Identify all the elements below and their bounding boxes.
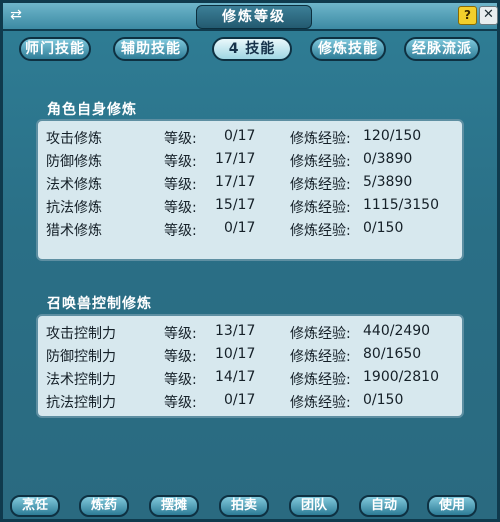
auction-button[interactable]: 拍卖 xyxy=(219,495,269,517)
skill-name: 防御控制力 xyxy=(46,349,116,365)
alchemy-button[interactable]: 炼药 xyxy=(79,495,129,517)
use-button[interactable]: 使用 xyxy=(427,495,477,517)
level-value: 0/17 xyxy=(224,392,256,408)
level-label: 等级: xyxy=(164,223,197,239)
exp-value: 80/1650 xyxy=(363,346,422,362)
table-row: 攻击控制力 等级: 13/17 修炼经验: 440/2490 xyxy=(38,323,466,346)
level-value: 17/17 xyxy=(215,174,256,190)
level-label: 等级: xyxy=(164,177,197,193)
close-button[interactable]: ✕ xyxy=(479,6,498,25)
exp-label: 修炼经验: xyxy=(290,223,351,239)
exp-label: 修炼经验: xyxy=(290,177,351,193)
bottom-toolbar: 烹饪 炼药 摆摊 拍卖 团队 自动 使用 xyxy=(3,493,497,521)
tab-active-skills[interactable]: 4 技能 xyxy=(212,37,292,61)
tab-cultivation-skills[interactable]: 修炼技能 xyxy=(310,37,386,61)
level-label: 等级: xyxy=(164,131,197,147)
exp-value: 440/2490 xyxy=(363,323,431,339)
level-value: 0/17 xyxy=(224,220,256,236)
exp-label: 修炼经验: xyxy=(290,131,351,147)
swap-icon[interactable]: ⇄ xyxy=(7,6,25,24)
tab-support-skills[interactable]: 辅助技能 xyxy=(113,37,189,61)
exp-value: 0/150 xyxy=(363,392,404,408)
exp-label: 修炼经验: xyxy=(290,200,351,216)
skill-name: 抗法控制力 xyxy=(46,395,116,411)
skill-name: 攻击控制力 xyxy=(46,326,116,342)
level-value: 0/17 xyxy=(224,128,256,144)
skill-name: 防御修炼 xyxy=(46,154,102,170)
level-value: 14/17 xyxy=(215,369,256,385)
table-row: 防御控制力 等级: 10/17 修炼经验: 80/1650 xyxy=(38,346,466,369)
level-value: 13/17 xyxy=(215,323,256,339)
exp-value: 120/150 xyxy=(363,128,422,144)
exp-label: 修炼经验: xyxy=(290,372,351,388)
skill-name: 法术控制力 xyxy=(46,372,116,388)
exp-value: 1115/3150 xyxy=(363,197,439,213)
exp-label: 修炼经验: xyxy=(290,326,351,342)
exp-value: 5/3890 xyxy=(363,174,413,190)
title-bar[interactable]: ⇄ 修炼等级 ? ✕ xyxy=(3,3,498,31)
pet-control-panel: 攻击控制力 等级: 13/17 修炼经验: 440/2490 防御控制力 等级:… xyxy=(36,314,464,418)
table-row: 攻击修炼 等级: 0/17 修炼经验: 120/150 xyxy=(38,128,466,151)
skill-name: 抗法修炼 xyxy=(46,200,102,216)
level-value: 15/17 xyxy=(215,197,256,213)
stall-button[interactable]: 摆摊 xyxy=(149,495,199,517)
cultivation-window: ⇄ 修炼等级 ? ✕ 师门技能 辅助技能 4 技能 修炼技能 经脉流派 角色自身… xyxy=(0,0,500,522)
level-label: 等级: xyxy=(164,154,197,170)
cooking-button[interactable]: 烹饪 xyxy=(10,495,60,517)
tab-sect-skills[interactable]: 师门技能 xyxy=(19,37,91,61)
level-value: 17/17 xyxy=(215,151,256,167)
table-row: 猎术修炼 等级: 0/17 修炼经验: 0/150 xyxy=(38,220,466,243)
exp-value: 1900/2810 xyxy=(363,369,439,385)
level-label: 等级: xyxy=(164,349,197,365)
self-cultivation-panel: 攻击修炼 等级: 0/17 修炼经验: 120/150 防御修炼 等级: 17/… xyxy=(36,119,464,261)
exp-label: 修炼经验: xyxy=(290,395,351,411)
level-label: 等级: xyxy=(164,372,197,388)
exp-value: 0/3890 xyxy=(363,151,413,167)
skill-name: 攻击修炼 xyxy=(46,131,102,147)
table-row: 防御修炼 等级: 17/17 修炼经验: 0/3890 xyxy=(38,151,466,174)
help-button[interactable]: ? xyxy=(458,6,477,25)
skill-tabs: 师门技能 辅助技能 4 技能 修炼技能 经脉流派 xyxy=(19,37,489,63)
level-label: 等级: xyxy=(164,395,197,411)
level-label: 等级: xyxy=(164,200,197,216)
table-row: 法术修炼 等级: 17/17 修炼经验: 5/3890 xyxy=(38,174,466,197)
exp-label: 修炼经验: xyxy=(290,349,351,365)
tab-meridian-school[interactable]: 经脉流派 xyxy=(404,37,480,61)
table-row: 抗法修炼 等级: 15/17 修炼经验: 1115/3150 xyxy=(38,197,466,220)
window-title: 修炼等级 xyxy=(196,5,312,29)
skill-name: 猎术修炼 xyxy=(46,223,102,239)
self-cultivation-title: 角色自身修炼 xyxy=(47,102,137,118)
auto-button[interactable]: 自动 xyxy=(359,495,409,517)
table-row: 抗法控制力 等级: 0/17 修炼经验: 0/150 xyxy=(38,392,466,415)
exp-value: 0/150 xyxy=(363,220,404,236)
table-row: 法术控制力 等级: 14/17 修炼经验: 1900/2810 xyxy=(38,369,466,392)
skill-name: 法术修炼 xyxy=(46,177,102,193)
level-value: 10/17 xyxy=(215,346,256,362)
level-label: 等级: xyxy=(164,326,197,342)
pet-control-title: 召唤兽控制修炼 xyxy=(47,296,152,312)
team-button[interactable]: 团队 xyxy=(289,495,339,517)
exp-label: 修炼经验: xyxy=(290,154,351,170)
